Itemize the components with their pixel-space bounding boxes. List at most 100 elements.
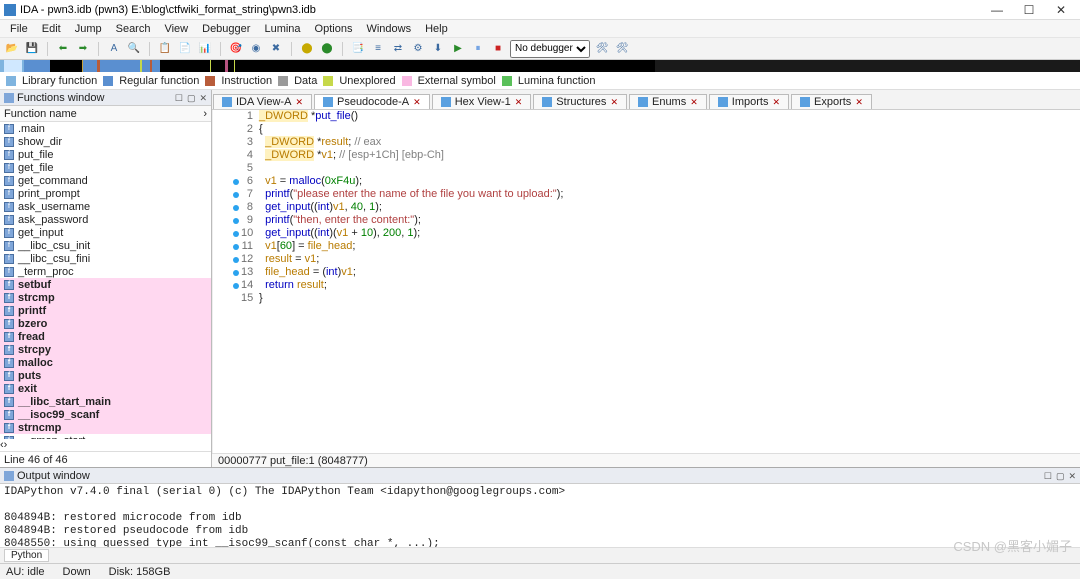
function-row[interactable]: f.main <box>0 122 211 135</box>
function-row[interactable]: fask_password <box>0 213 211 226</box>
menu-edit[interactable]: Edit <box>36 23 67 35</box>
toolbar-icon[interactable]: ◉ <box>248 41 264 57</box>
tab-hex-view-1[interactable]: Hex View-1✕ <box>432 94 532 109</box>
gutter[interactable] <box>213 266 241 279</box>
panel-dock-button[interactable]: ☐ <box>175 93 183 103</box>
gutter[interactable] <box>213 149 241 162</box>
code-text[interactable]: v1 = malloc(0xF4u); <box>259 175 362 188</box>
open-icon[interactable]: 📂 <box>4 41 20 57</box>
breakpoint-dot-icon[interactable] <box>233 283 239 289</box>
menu-debugger[interactable]: Debugger <box>196 23 256 35</box>
toolbar-icon[interactable]: ≡ <box>370 41 386 57</box>
navbar-segment[interactable] <box>235 60 655 72</box>
toolbar-stop-icon[interactable]: ■ <box>490 41 506 57</box>
toolbar-icon[interactable]: ⬤ <box>319 41 335 57</box>
function-row[interactable]: fask_username <box>0 200 211 213</box>
function-row[interactable]: fget_input <box>0 226 211 239</box>
function-row[interactable]: f_term_proc <box>0 265 211 278</box>
code-text[interactable]: return result; <box>259 279 327 292</box>
tab-structures[interactable]: Structures✕ <box>533 94 627 109</box>
function-row[interactable]: f__isoc99_scanf <box>0 408 211 421</box>
function-row[interactable]: fsetbuf <box>0 278 211 291</box>
gutter[interactable] <box>213 292 241 305</box>
tab-close-icon[interactable]: ✕ <box>295 97 303 108</box>
navbar-segment[interactable] <box>83 60 97 72</box>
toolbar-icon[interactable]: 📄 <box>177 41 193 57</box>
code-text[interactable]: printf("please enter the name of the fil… <box>259 188 563 201</box>
function-row[interactable]: fbzero <box>0 317 211 330</box>
navigation-bar[interactable] <box>0 60 1080 72</box>
functions-list[interactable]: f.mainfshow_dirfput_filefget_filefget_co… <box>0 122 211 439</box>
toolbar-icon[interactable]: ⬤ <box>299 41 315 57</box>
gutter[interactable] <box>213 175 241 188</box>
function-row[interactable]: fget_file <box>0 161 211 174</box>
menu-lumina[interactable]: Lumina <box>258 23 306 35</box>
menu-help[interactable]: Help <box>419 23 454 35</box>
toolbar-icon[interactable]: 🛠 <box>614 41 630 57</box>
function-row[interactable]: fmalloc <box>0 356 211 369</box>
code-line[interactable]: 3 _DWORD *result; // eax <box>213 136 1080 149</box>
menu-file[interactable]: File <box>4 23 34 35</box>
navbar-segment[interactable] <box>142 60 150 72</box>
panel-close-button[interactable]: ✕ <box>1068 471 1076 481</box>
function-row[interactable]: ffread <box>0 330 211 343</box>
function-row[interactable]: fprintf <box>0 304 211 317</box>
code-line[interactable]: 9 printf("then, enter the content:"); <box>213 214 1080 227</box>
menu-windows[interactable]: Windows <box>360 23 417 35</box>
breakpoint-dot-icon[interactable] <box>233 257 239 263</box>
output-python-tab[interactable]: Python <box>4 549 49 562</box>
gutter[interactable] <box>213 279 241 292</box>
output-text[interactable]: IDAPython v7.4.0 final (serial 0) (c) Th… <box>0 484 1080 547</box>
menu-options[interactable]: Options <box>309 23 359 35</box>
toolbar-icon[interactable]: 📋 <box>157 41 173 57</box>
code-text[interactable]: v1[60] = file_head; <box>259 240 355 253</box>
function-row[interactable]: f__libc_csu_fini <box>0 252 211 265</box>
navbar-segment[interactable] <box>152 60 160 72</box>
save-icon[interactable]: 💾 <box>24 41 40 57</box>
code-text[interactable]: get_input((int)(v1 + 10), 200, 1); <box>259 227 420 240</box>
panel-float-button[interactable]: ▢ <box>187 93 196 103</box>
code-text[interactable]: { <box>259 123 263 136</box>
function-row[interactable]: fprint_prompt <box>0 187 211 200</box>
navbar-segment[interactable] <box>211 60 225 72</box>
function-row[interactable]: f__libc_start_main <box>0 395 211 408</box>
function-row[interactable]: fshow_dir <box>0 135 211 148</box>
breakpoint-dot-icon[interactable] <box>233 218 239 224</box>
code-line[interactable]: 11 v1[60] = file_head; <box>213 240 1080 253</box>
toolbar-icon[interactable]: 🛠 <box>594 41 610 57</box>
gutter[interactable] <box>213 162 241 175</box>
code-line[interactable]: 7 printf("please enter the name of the f… <box>213 188 1080 201</box>
code-text[interactable]: } <box>259 292 263 305</box>
debugger-select[interactable]: No debugger <box>510 40 590 58</box>
breakpoint-dot-icon[interactable] <box>233 231 239 237</box>
tab-ida-view-a[interactable]: IDA View-A✕ <box>213 94 312 109</box>
gutter[interactable] <box>213 110 241 123</box>
function-row[interactable]: fstrcpy <box>0 343 211 356</box>
menu-view[interactable]: View <box>158 23 194 35</box>
function-row[interactable]: fputs <box>0 369 211 382</box>
code-line[interactable]: 5 <box>213 162 1080 175</box>
code-line[interactable]: 6 v1 = malloc(0xF4u); <box>213 175 1080 188</box>
toolbar-icon[interactable]: 🎯 <box>228 41 244 57</box>
toolbar-pause-icon[interactable]: ⏸ <box>470 41 486 57</box>
toolbar-icon[interactable]: ✖ <box>268 41 284 57</box>
code-text[interactable]: file_head = (int)v1; <box>259 266 356 279</box>
code-line[interactable]: 1_DWORD *put_file() <box>213 110 1080 123</box>
tab-pseudocode-a[interactable]: Pseudocode-A✕ <box>314 94 430 109</box>
function-name-column[interactable]: Function name <box>4 108 77 120</box>
back-icon[interactable]: ⬅ <box>55 41 71 57</box>
toolbar-icon[interactable]: ⇄ <box>390 41 406 57</box>
breakpoint-dot-icon[interactable] <box>233 179 239 185</box>
toolbar-icon[interactable]: ⚙ <box>410 41 426 57</box>
window-minimize-button[interactable]: — <box>982 3 1012 17</box>
gutter[interactable] <box>213 214 241 227</box>
window-close-button[interactable]: ✕ <box>1046 3 1076 17</box>
tab-close-icon[interactable]: ✕ <box>413 97 421 108</box>
breakpoint-dot-icon[interactable] <box>233 192 239 198</box>
code-line[interactable]: 13 file_head = (int)v1; <box>213 266 1080 279</box>
window-maximize-button[interactable]: ☐ <box>1014 3 1044 17</box>
toolbar-run-icon[interactable]: ▶ <box>450 41 466 57</box>
gutter[interactable] <box>213 253 241 266</box>
toolbar-icon[interactable]: A <box>106 41 122 57</box>
forward-icon[interactable]: ➡ <box>75 41 91 57</box>
